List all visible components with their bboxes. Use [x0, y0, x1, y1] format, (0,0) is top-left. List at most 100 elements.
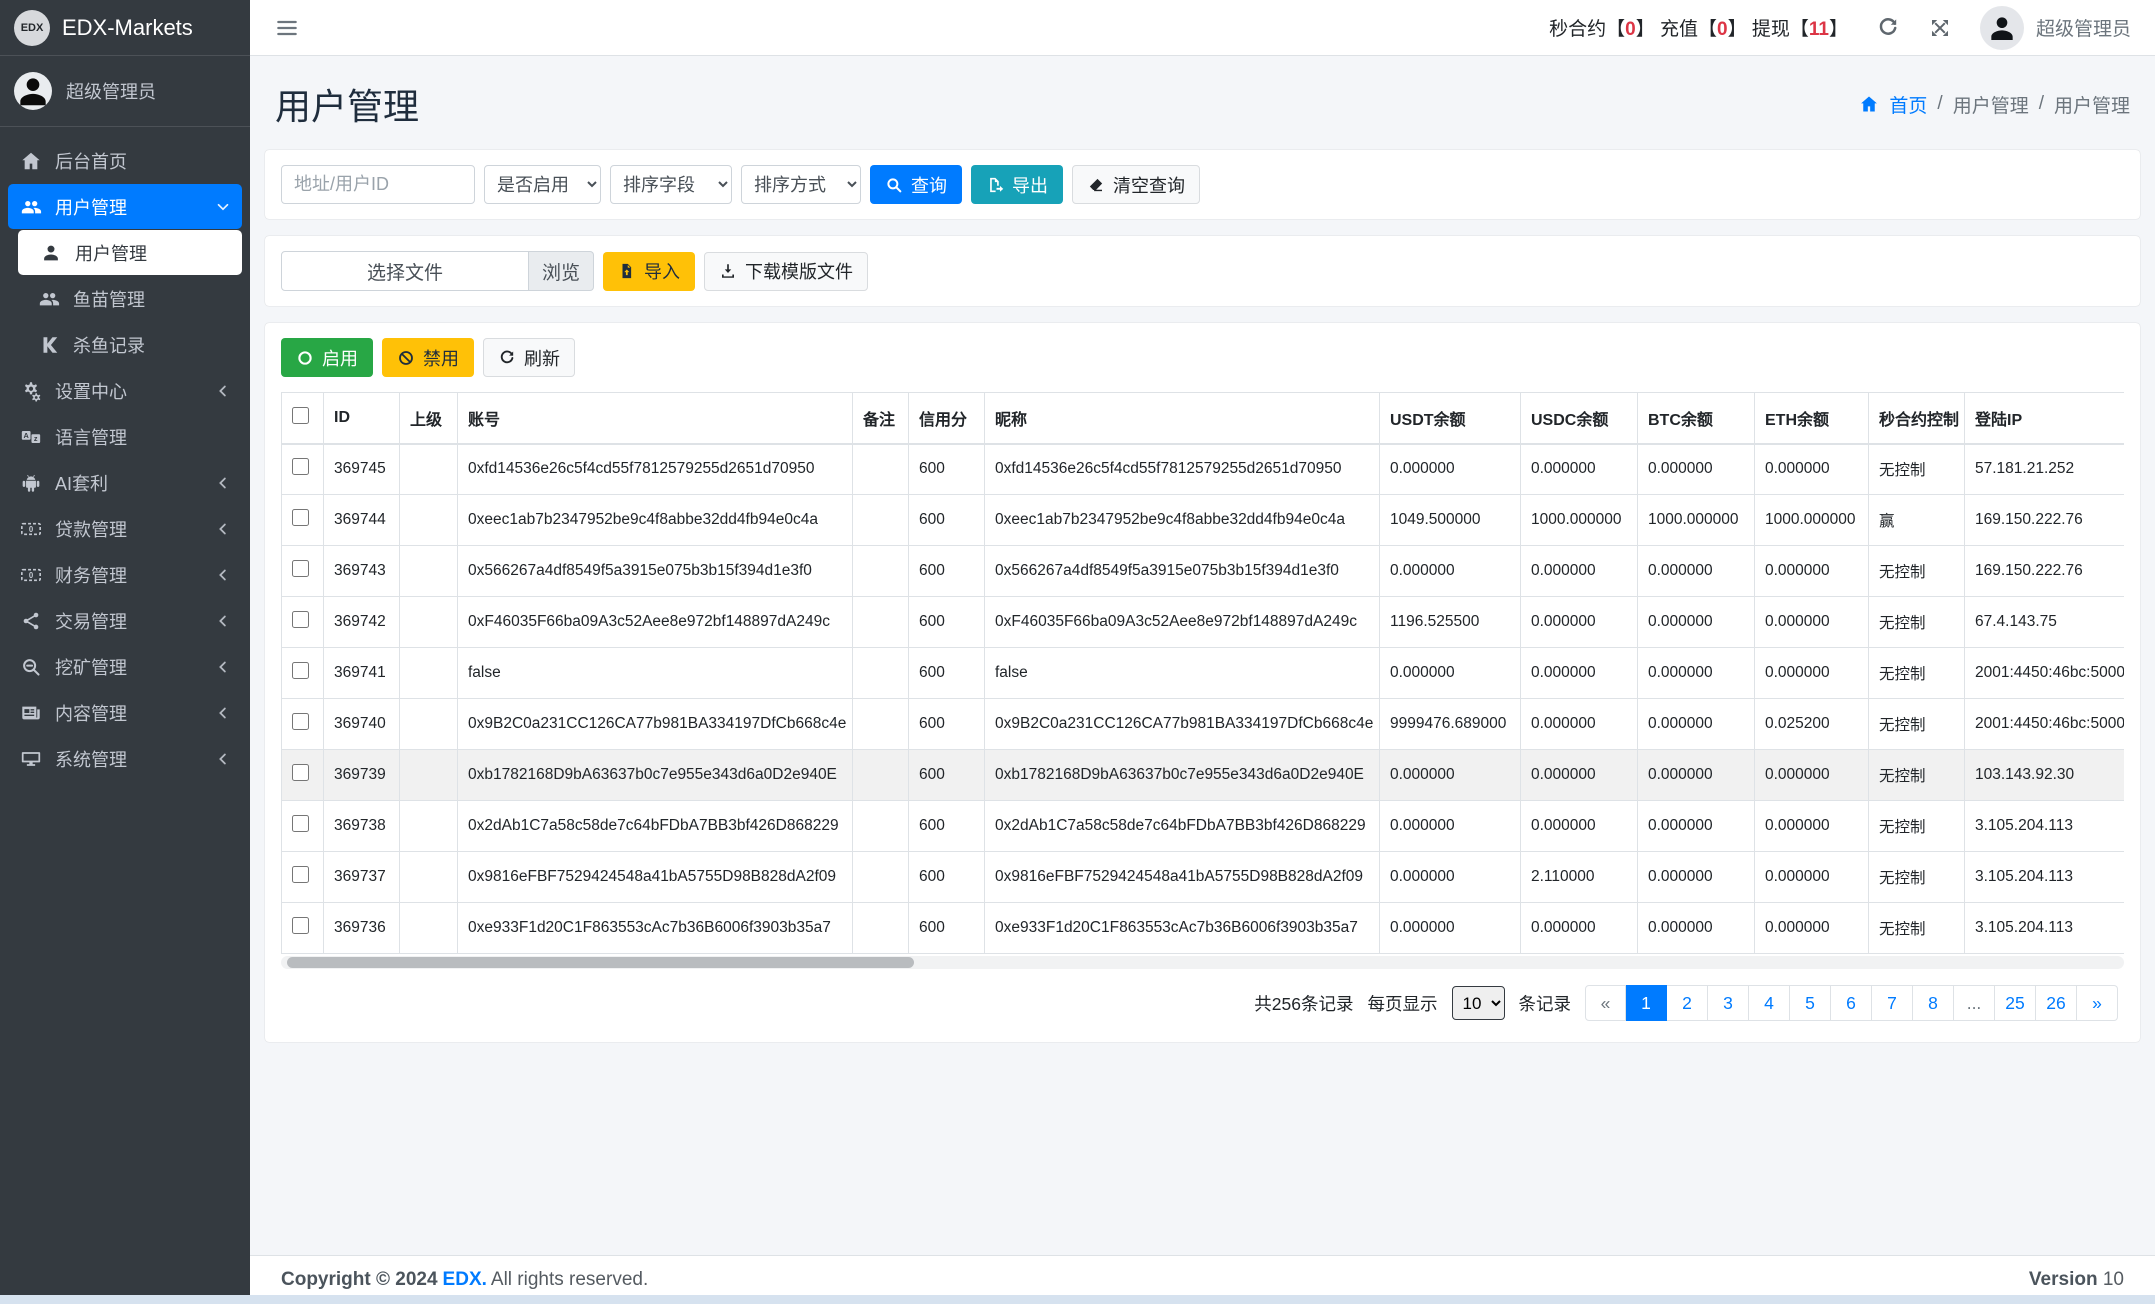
page-»[interactable]: » [2077, 985, 2118, 1021]
row-checkbox[interactable] [292, 917, 309, 934]
cell-usdt: 1196.525500 [1380, 597, 1521, 648]
row-checkbox[interactable] [292, 764, 309, 781]
col-eth: ETH余额 [1755, 393, 1869, 444]
page-«: « [1585, 985, 1626, 1021]
user-icon [40, 242, 62, 264]
sidebar-item-user-management-sub[interactable]: 用户管理 [18, 230, 242, 275]
chevron-left-icon [214, 750, 232, 768]
svg-text:z: z [34, 434, 38, 443]
row-checkbox[interactable] [292, 509, 309, 526]
page-3[interactable]: 3 [1708, 985, 1749, 1021]
cell-control: 无控制 [1869, 852, 1965, 903]
cell-nickname: 0x9B2C0a231CC126CA77b981BA334197DfCb668c… [985, 699, 1380, 750]
sidebar-item-fry-management[interactable]: 鱼苗管理 [8, 276, 242, 321]
page-26[interactable]: 26 [2036, 985, 2077, 1021]
sidebar-item-label: 系统管理 [55, 746, 201, 772]
row-checkbox[interactable] [292, 866, 309, 883]
row-checkbox[interactable] [292, 611, 309, 628]
sidebar-item-language-management[interactable]: Az语言管理 [8, 414, 242, 459]
navbar-user[interactable]: 超级管理员 [1980, 6, 2131, 50]
row-checkbox[interactable] [292, 560, 309, 577]
fullscreen-icon[interactable] [1928, 16, 1952, 40]
svg-text:0: 0 [29, 524, 34, 533]
sidebar-item-mining-management[interactable]: 挖矿管理 [8, 644, 242, 689]
brand[interactable]: EDX EDX-Markets [0, 0, 250, 56]
sidebar-item-label: 设置中心 [55, 378, 201, 404]
scrollbar-thumb[interactable] [287, 957, 914, 968]
footer-brand-link[interactable]: EDX. [443, 1269, 487, 1290]
sidebar-item-trade-management[interactable]: 交易管理 [8, 598, 242, 643]
row-checkbox[interactable] [292, 458, 309, 475]
row-checkbox[interactable] [292, 713, 309, 730]
cell-id: 369742 [324, 597, 400, 648]
sidebar-item-loan-management[interactable]: 0贷款管理 [8, 506, 242, 551]
table-hscrollbar[interactable] [281, 956, 2124, 969]
query-button[interactable]: 查询 [870, 165, 962, 204]
row-checkbox[interactable] [292, 662, 309, 679]
search-input[interactable] [281, 165, 475, 204]
row-checkbox[interactable] [292, 815, 309, 832]
page-5[interactable]: 5 [1790, 985, 1831, 1021]
page-8[interactable]: 8 [1913, 985, 1954, 1021]
import-button[interactable]: 导入 [603, 252, 695, 291]
page-2[interactable]: 2 [1667, 985, 1708, 1021]
cell-usdc: 0.000000 [1521, 648, 1638, 699]
table-header-row: ID 上级 账号 备注 信用分 昵称 USDT余额 USDC余额 BTC余额 E… [282, 393, 2125, 444]
sidebar-item-label: 鱼苗管理 [73, 286, 232, 312]
cell-ip: 67.4.143.75 [1965, 597, 2125, 648]
download-template-button[interactable]: 下载模版文件 [704, 252, 868, 291]
redo-icon [498, 349, 516, 367]
browse-button[interactable]: 浏览 [529, 251, 594, 291]
breadcrumb-home-link[interactable]: 首页 [1889, 91, 1927, 118]
disable-button[interactable]: 禁用 [382, 338, 474, 377]
page-6[interactable]: 6 [1831, 985, 1872, 1021]
sidebar-item-system-management[interactable]: 系统管理 [8, 736, 242, 781]
svg-text:A: A [23, 430, 29, 439]
cell-account: 0xfd14536e26c5f4cd55f7812579255d2651d709… [458, 444, 853, 495]
per-page-select[interactable]: 10 [1452, 986, 1505, 1020]
hamburger-icon[interactable] [274, 15, 300, 41]
refresh-button[interactable]: 刷新 [483, 338, 575, 377]
sidebar-item-label: 用户管理 [55, 194, 201, 220]
col-credit: 信用分 [909, 393, 985, 444]
page-1[interactable]: 1 [1626, 985, 1667, 1021]
sidebar-item-user-management[interactable]: 用户管理 [8, 184, 242, 229]
eraser-icon [1087, 176, 1105, 194]
page-hscrollbar[interactable] [0, 1295, 2155, 1304]
sidebar-user-panel[interactable]: 超级管理员 [0, 56, 250, 127]
cell-usdt: 0.000000 [1380, 801, 1521, 852]
cell-parent [400, 444, 458, 495]
file-input-group: 选择文件 浏览 [281, 251, 594, 291]
cell-ip: 57.181.21.252 [1965, 444, 2125, 495]
sidebar-item-ai-arbitrage[interactable]: AI套利 [8, 460, 242, 505]
select-all-checkbox[interactable] [292, 407, 309, 424]
enable-button[interactable]: 启用 [281, 338, 373, 377]
table-row: 3697440xeec1ab7b2347952be9c4f8abbe32dd4f… [282, 495, 2125, 546]
navbar-stats[interactable]: 秒合约【0】 充值【0】 提现【11】 [1549, 14, 1848, 41]
sidebar-item-content-management[interactable]: 内容管理 [8, 690, 242, 735]
file-input[interactable]: 选择文件 [281, 251, 529, 291]
cell-credit: 600 [909, 852, 985, 903]
export-button[interactable]: 导出 [971, 165, 1063, 204]
download-icon [719, 262, 737, 280]
sort-order-select[interactable]: 排序方式 [741, 165, 861, 204]
page-...: ... [1954, 985, 1995, 1021]
page-4[interactable]: 4 [1749, 985, 1790, 1021]
page-25[interactable]: 25 [1995, 985, 2036, 1021]
navbar-username: 超级管理员 [2036, 14, 2131, 41]
chevron-left-icon [214, 520, 232, 538]
cell-nickname: 0xeec1ab7b2347952be9c4f8abbe32dd4fb94e0c… [985, 495, 1380, 546]
enabled-select[interactable]: 是否启用 [484, 165, 601, 204]
page-7[interactable]: 7 [1872, 985, 1913, 1021]
sort-field-select[interactable]: 排序字段 [610, 165, 732, 204]
table-row: 3697390xb1782168D9bA63637b0c7e955e343d6a… [282, 750, 2125, 801]
cell-usdc: 1000.000000 [1521, 495, 1638, 546]
sidebar-item-finance-management[interactable]: 0财务管理 [8, 552, 242, 597]
cell-credit: 600 [909, 495, 985, 546]
sidebar-item-settings-center[interactable]: 设置中心 [8, 368, 242, 413]
sidebar-item-dashboard[interactable]: 后台首页 [8, 138, 242, 183]
refresh-icon[interactable] [1876, 16, 1900, 40]
sidebar-item-kill-records[interactable]: 杀鱼记录 [8, 322, 242, 367]
clear-query-button[interactable]: 清空查询 [1072, 165, 1200, 204]
cell-control: 赢 [1869, 495, 1965, 546]
